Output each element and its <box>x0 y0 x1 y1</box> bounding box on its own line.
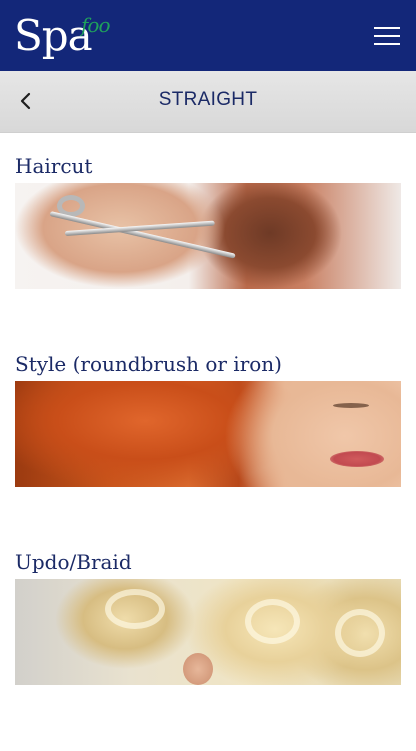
haircut-scissors-photo <box>15 183 401 289</box>
service-name: Style (roundbrush or iron) <box>15 352 282 376</box>
hamburger-menu-icon <box>374 27 400 29</box>
blonde-updo-photo <box>15 579 401 685</box>
photo-eye <box>333 403 369 408</box>
photo-ear <box>183 653 213 685</box>
hamburger-line <box>374 43 400 45</box>
hair-curl <box>335 609 385 657</box>
page-title: STRAIGHT <box>158 89 258 110</box>
service-name: Updo/Braid <box>15 550 132 574</box>
service-name: Haircut <box>15 154 93 178</box>
hamburger-line <box>374 35 400 37</box>
menu-button[interactable] <box>374 25 400 47</box>
service-item-style[interactable]: Style (roundbrush or iron) <box>15 347 401 487</box>
hair-curl <box>245 599 300 644</box>
hair-curl <box>105 589 165 629</box>
photo-lips <box>330 451 384 467</box>
red-curled-hair-photo <box>15 381 401 487</box>
app-header: Spa foo <box>0 0 416 71</box>
service-item-updo-braid[interactable]: Updo/Braid <box>15 545 401 685</box>
page-title-bar: STRAIGHT <box>0 71 416 133</box>
logo-text-sub: foo <box>81 13 111 37</box>
service-item-haircut[interactable]: Haircut <box>15 149 401 289</box>
